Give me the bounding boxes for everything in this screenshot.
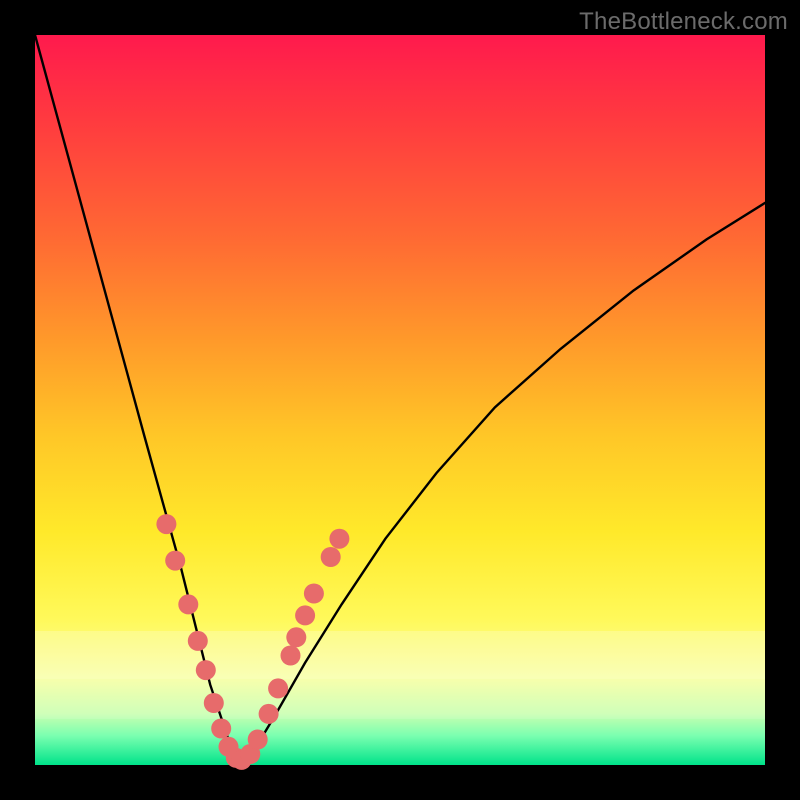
data-dot <box>295 605 315 625</box>
data-dots <box>156 514 349 770</box>
data-dot <box>321 547 341 567</box>
data-dot <box>204 693 224 713</box>
bottleneck-curve <box>35 35 765 761</box>
data-dot <box>304 584 324 604</box>
data-dot <box>188 631 208 651</box>
data-dot <box>211 719 231 739</box>
data-dot <box>156 514 176 534</box>
outer-frame: TheBottleneck.com <box>0 0 800 800</box>
data-dot <box>286 627 306 647</box>
watermark-text: TheBottleneck.com <box>579 8 788 36</box>
data-dot <box>281 646 301 666</box>
chart-overlay <box>35 35 765 765</box>
data-dot <box>329 529 349 549</box>
data-dot <box>165 551 185 571</box>
data-dot <box>178 594 198 614</box>
data-dot <box>196 660 216 680</box>
data-dot <box>268 678 288 698</box>
data-dot <box>248 730 268 750</box>
data-dot <box>259 704 279 724</box>
